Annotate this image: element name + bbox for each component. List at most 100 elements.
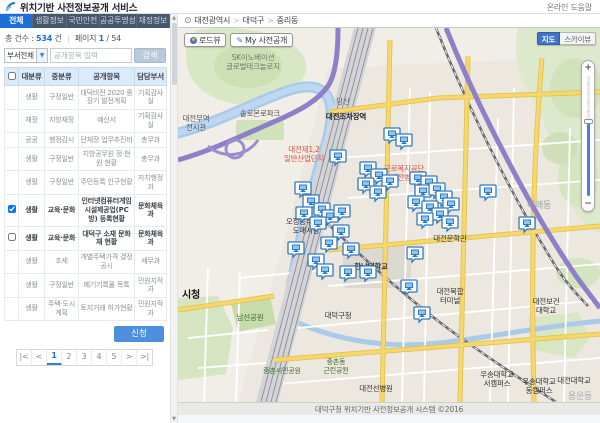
map-label: SK이노베이션글로벌테크놀로지: [226, 52, 280, 71]
divider: |: [67, 34, 70, 43]
cell-dept: 총무과: [135, 133, 167, 148]
zoom-out-button[interactable]: −: [582, 199, 594, 209]
cell-dept: 세무과: [135, 250, 167, 274]
skyview-button[interactable]: 스카이뷰: [560, 32, 596, 45]
table-row[interactable]: 재정지방재정예산서기획감사실: [5, 109, 167, 133]
count-value: 534: [36, 34, 52, 43]
department-select-value: 부서전체: [7, 50, 34, 61]
my-disclosure-button[interactable]: ✎ My 사전공개: [230, 33, 293, 47]
search-input[interactable]: [50, 48, 132, 63]
cell-item: 대덕구 소재 문화재 현황: [79, 227, 135, 251]
map-label: 대전제1,2일반산업단지: [284, 144, 324, 163]
zoom-slider-handle[interactable]: [584, 119, 593, 124]
zoom-in-button[interactable]: +: [582, 63, 594, 73]
table-row[interactable]: 생활조세개별주택가격 결정 공시세무과: [5, 250, 167, 274]
map-label: 용운동: [568, 391, 592, 402]
count-label: 총 건수 :: [5, 34, 34, 43]
table-row[interactable]: 생활주택·도시계획토지거래 허가현황민원지적과: [5, 297, 167, 321]
table-row[interactable]: 생활교육·문화인터넷컴퓨터게임 시설제공업(PC방) 등록현황문화체육과: [5, 194, 167, 226]
cell-cat1: 생활: [19, 86, 45, 110]
page-button-2[interactable]: 2: [62, 350, 77, 365]
scroll-up-icon[interactable]: ▲: [171, 15, 177, 21]
select-all-cell: [5, 68, 19, 86]
cell-item: 토지거래 허가현황: [79, 297, 135, 321]
cell-dept: 문화체육과: [135, 194, 167, 226]
table-row[interactable]: 생활구정일반폐기기록물 목록민원지적과: [5, 274, 167, 298]
cell-item: 대덕비전 2020 중장기 발전계획: [79, 86, 135, 110]
sidebar-scrollbar[interactable]: ▲ ▼: [170, 14, 178, 423]
cell-cat2: 구정일반: [45, 171, 79, 195]
cell-dept: 문화체육과: [135, 227, 167, 251]
result-count-row: 총 건수 : 534 건 | 페이지 1 / 54: [4, 31, 166, 48]
cell-dept: 기획감사실: [135, 109, 167, 133]
page-button-4[interactable]: 4: [92, 350, 107, 365]
page-button-|<[interactable]: |<: [17, 350, 32, 365]
table-row[interactable]: 생활구정일반지방공무원 정·현원 현황총무과: [5, 147, 167, 171]
row-checkbox-cell: [5, 297, 19, 321]
breadcrumb-item[interactable]: 대덕구: [243, 16, 264, 25]
cell-cat1: 생활: [19, 274, 45, 298]
pagination: |<<12345>>|: [16, 349, 153, 366]
cell-cat2: 구정일반: [45, 274, 79, 298]
map-zoom-control[interactable]: + −: [581, 60, 595, 212]
table-row[interactable]: 생활구정일반주민등록 인구현황자치행정과: [5, 171, 167, 195]
cell-item: 단체장 업무추진비: [79, 133, 135, 148]
cell-cat1: 생활: [19, 171, 45, 195]
cell-item: 폐기기록물 목록: [79, 274, 135, 298]
cell-dept: 총무과: [135, 147, 167, 171]
page-button->[interactable]: >: [122, 350, 137, 365]
page-button-3[interactable]: 3: [77, 350, 92, 365]
scrollbar-thumb[interactable]: [172, 23, 177, 85]
cell-cat2: 교육·문화: [45, 194, 79, 226]
online-help-link[interactable]: 온라인 도움말: [547, 2, 592, 13]
tab-생활정보[interactable]: 생활정보: [33, 14, 66, 28]
row-checkbox-cell: [5, 171, 19, 195]
row-checkbox-cell: [5, 227, 19, 251]
map-label: 우송대학교서캠퍼스: [480, 369, 514, 388]
tab-재정정보[interactable]: 재정정보: [137, 14, 170, 28]
tab-공공투명성[interactable]: 공공투명성: [100, 14, 137, 28]
cell-item: 지방공무원 정·현원 현황: [79, 147, 135, 171]
map-canvas[interactable]: SK이노베이션글로벌테크놀로지솔로몬로파크대전무역전시관당산대전조차장역대전제1…: [178, 28, 600, 402]
location-breadcrumb-bar: ⊙ 대전광역시>대덕구>중리동: [178, 14, 600, 28]
page-button-<[interactable]: <: [32, 350, 47, 365]
cell-cat1: 생활: [19, 194, 45, 226]
cell-dept: 민원지적과: [135, 297, 167, 321]
map-view-toggle: 지도 스카이뷰: [537, 32, 596, 45]
my-disclosure-label: My 사전공개: [245, 35, 287, 46]
location-target-icon: ⊙: [184, 16, 191, 26]
app-window: 위치기반 사전정보공개 서비스 온라인 도움말 전체생활정보국민안전공공투명성재…: [0, 0, 600, 423]
app-title: 위치기반 사전정보공개 서비스: [20, 0, 137, 14]
top-header: 위치기반 사전정보공개 서비스 온라인 도움말: [0, 0, 600, 14]
table-row[interactable]: 공공행정감시단체장 업무추진비총무과: [5, 133, 167, 148]
search-button[interactable]: 검색: [134, 48, 166, 63]
page-button->|[interactable]: >|: [137, 350, 152, 365]
map-label: 남선공원: [237, 313, 264, 322]
page-button-5[interactable]: 5: [107, 350, 122, 365]
cell-cat1: 생활: [19, 147, 45, 171]
table-row[interactable]: 생활교육·문화대덕구 소재 문화재 현황문화체육과: [5, 227, 167, 251]
row-checkbox[interactable]: [8, 233, 16, 241]
scroll-down-icon[interactable]: ▼: [171, 416, 177, 422]
category-tabs: 전체생활정보국민안전공공투명성재정정보: [0, 14, 170, 28]
map-label: 중촌동근린공원: [324, 357, 349, 375]
cell-cat1: 공공: [19, 133, 45, 148]
map-label: 솔로몬로파크: [240, 109, 280, 118]
row-checkbox[interactable]: [8, 205, 16, 213]
table-row[interactable]: 생활구정일반대덕비전 2020 중장기 발전계획기획감사실: [5, 86, 167, 110]
breadcrumb-separator: >: [267, 16, 274, 25]
select-all-checkbox[interactable]: [8, 72, 16, 80]
department-select[interactable]: 부서전체 ▼: [4, 48, 48, 63]
apply-button[interactable]: 신청: [114, 326, 164, 342]
cell-cat2: 조세: [45, 250, 79, 274]
map-label: 대전보건대학교: [533, 296, 560, 315]
map-label: 우송대학교동캠퍼스: [522, 376, 556, 395]
page-button-1[interactable]: 1: [47, 350, 62, 365]
tab-전체[interactable]: 전체: [0, 14, 33, 28]
breadcrumb-item[interactable]: 중리동: [277, 16, 298, 25]
map-view-button[interactable]: 지도: [537, 32, 560, 45]
breadcrumb-item[interactable]: 대전광역시: [194, 16, 230, 25]
row-checkbox-cell: [5, 109, 19, 133]
roadview-button[interactable]: 로드뷰: [184, 33, 226, 47]
tab-국민안전[interactable]: 국민안전: [67, 14, 100, 28]
